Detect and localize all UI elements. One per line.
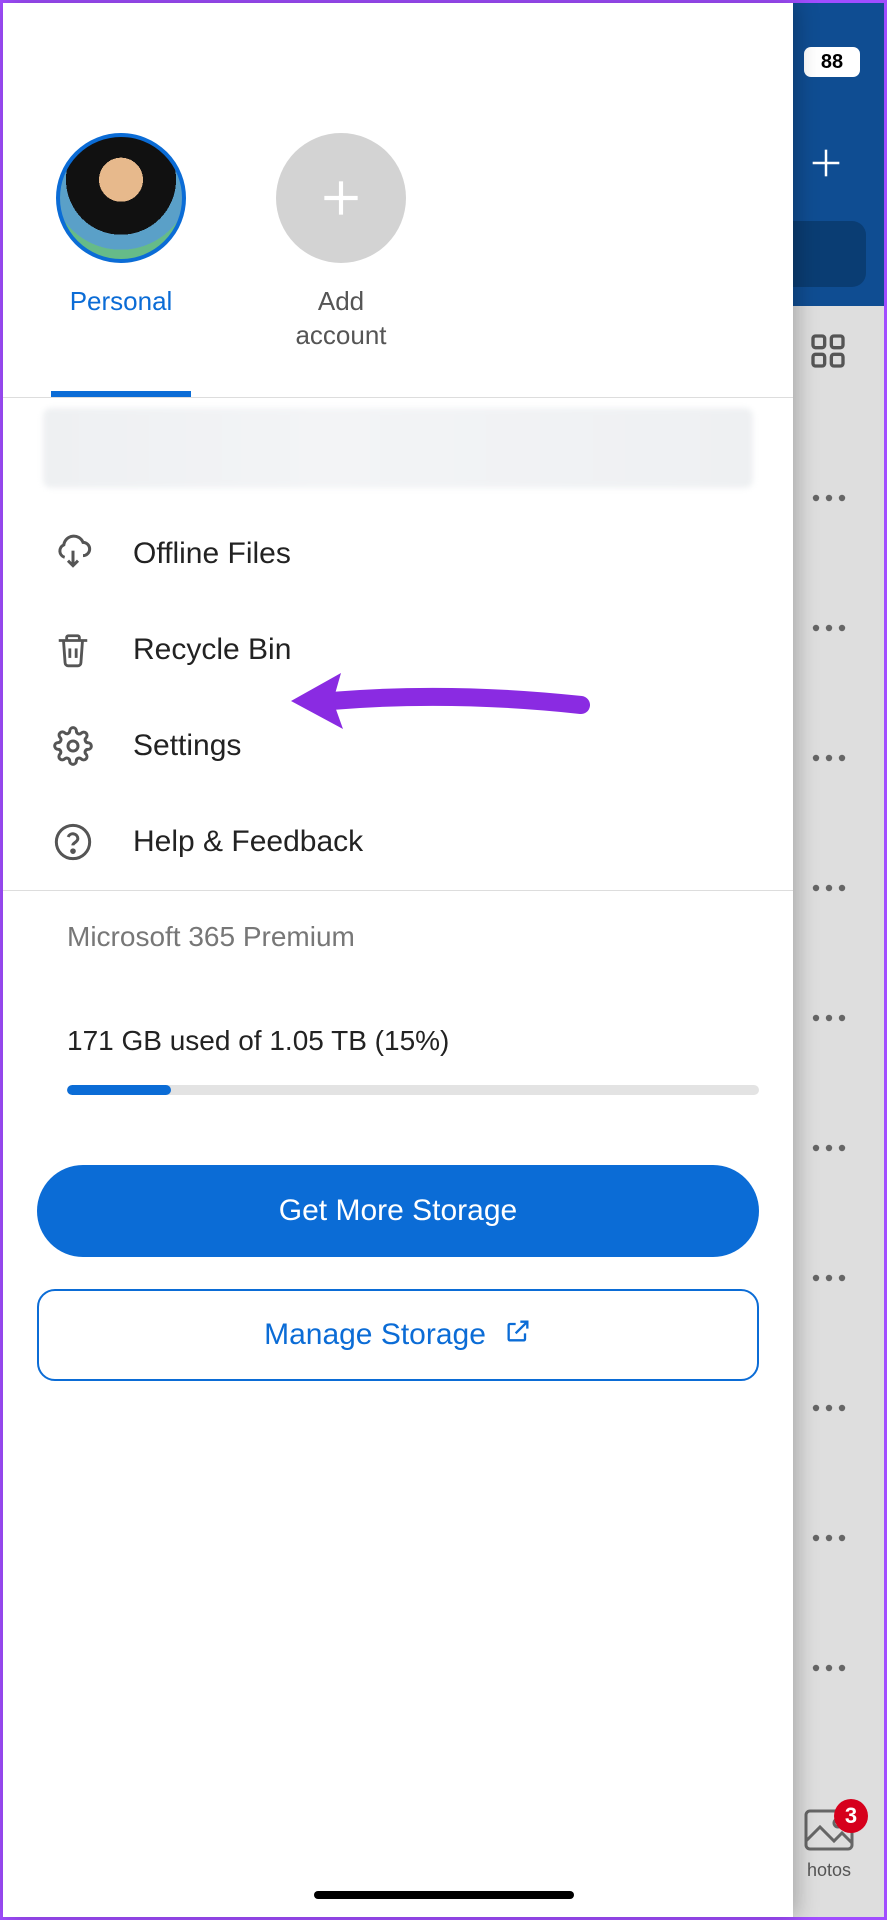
menu-help-feedback[interactable]: Help & Feedback (3, 794, 793, 890)
storage-progress-track (67, 1085, 759, 1095)
battery-indicator: 88 (804, 47, 860, 77)
photos-icon: 3 (804, 1809, 854, 1856)
grid-view-icon[interactable] (808, 331, 848, 376)
add-account[interactable]: Addaccount (271, 133, 411, 353)
menu-offline-files[interactable]: Offline Files (3, 506, 793, 602)
manage-storage-label: Manage Storage (264, 1318, 486, 1352)
trash-icon (51, 628, 95, 672)
get-more-storage-button[interactable]: Get More Storage (37, 1165, 759, 1257)
cloud-download-icon (51, 532, 95, 576)
avatar (56, 133, 186, 263)
external-link-icon (504, 1317, 532, 1353)
menu-recycle-bin[interactable]: Recycle Bin (3, 602, 793, 698)
menu-offline-files-label: Offline Files (133, 537, 291, 571)
menu-help-feedback-label: Help & Feedback (133, 825, 363, 859)
manage-storage-button[interactable]: Manage Storage (37, 1289, 759, 1381)
add-account-label: Addaccount (295, 285, 386, 353)
home-indicator (314, 1891, 574, 1899)
storage-section: Microsoft 365 Premium 171 GB used of 1.0… (3, 891, 793, 1125)
storage-plan-label: Microsoft 365 Premium (67, 921, 759, 953)
storage-progress-fill (67, 1085, 171, 1095)
menu-recycle-bin-label: Recycle Bin (133, 633, 291, 667)
add-icon[interactable] (806, 143, 846, 188)
photos-tab-label: hotos (807, 1860, 851, 1881)
menu-settings[interactable]: Settings (3, 698, 793, 794)
help-icon (51, 820, 95, 864)
account-email-redacted (43, 408, 753, 488)
add-account-icon (276, 133, 406, 263)
storage-used-text: 171 GB used of 1.05 TB (15%) (67, 1025, 759, 1057)
divider (3, 397, 793, 398)
accounts-row: Personal Addaccount (3, 3, 793, 353)
gear-icon (51, 724, 95, 768)
menu-settings-label: Settings (133, 729, 241, 763)
drawer-menu: Offline Files Recycle Bin Settings Help … (3, 488, 793, 890)
account-drawer: Personal Addaccount Offline Files Recycl… (3, 3, 793, 1917)
account-personal[interactable]: Personal (51, 133, 191, 353)
get-more-storage-label: Get More Storage (279, 1194, 517, 1228)
photos-badge: 3 (834, 1799, 868, 1833)
account-personal-label: Personal (70, 285, 173, 319)
